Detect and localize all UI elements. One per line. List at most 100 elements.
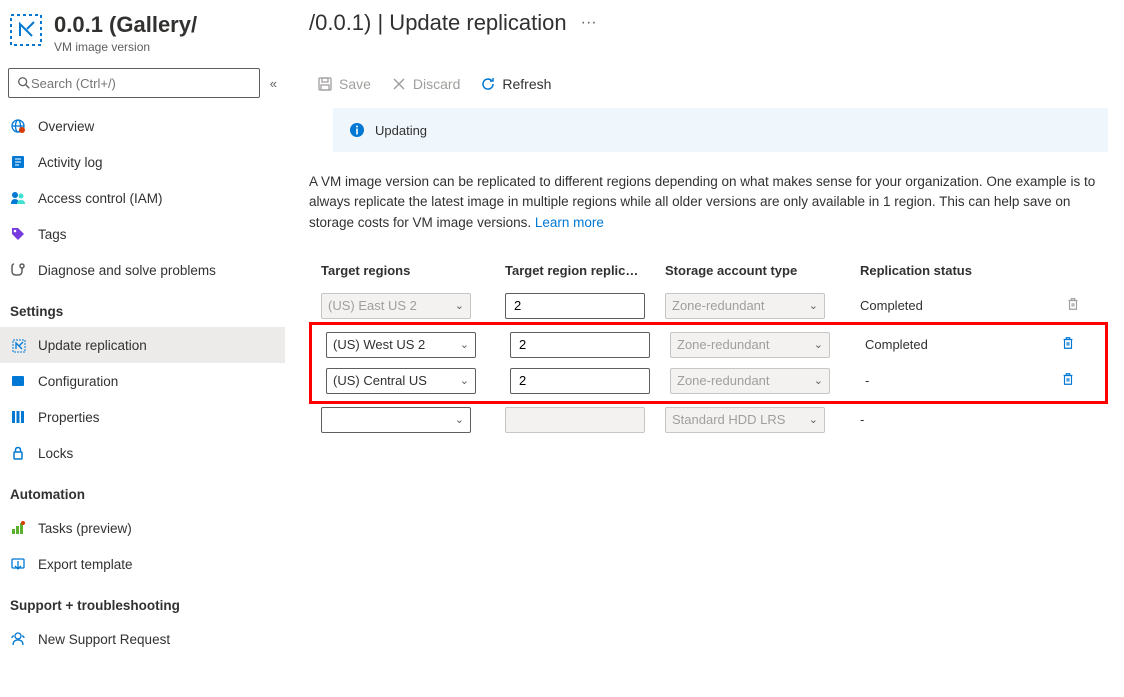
section-support: Support + troubleshooting	[0, 582, 285, 621]
table-row: (US) Central US ⌄ Zone-redundant ⌄ -	[314, 363, 1103, 399]
search-icon	[17, 76, 31, 90]
chevron-down-icon: ⌄	[814, 338, 823, 351]
table-header: Target regions Target region replic… Sto…	[309, 253, 1108, 288]
replica-count-input	[505, 407, 645, 433]
section-settings: Settings	[0, 288, 285, 327]
storage-select[interactable]: Zone-redundant ⌄	[665, 293, 825, 319]
delete-row-button[interactable]	[1061, 374, 1075, 389]
sidebar-item-label: Update replication	[38, 338, 147, 353]
search-box[interactable]	[8, 68, 260, 98]
refresh-icon	[480, 76, 496, 92]
sidebar-item-locks[interactable]: Locks	[0, 435, 285, 471]
search-input[interactable]	[31, 76, 251, 91]
sidebar-header: 0.0.1 (Gallery/ VM image version	[0, 0, 285, 54]
delete-row-button[interactable]	[1061, 338, 1075, 353]
discard-icon	[391, 76, 407, 92]
vm-image-icon	[8, 12, 44, 48]
chevron-down-icon: ⌄	[809, 413, 818, 426]
config-icon	[10, 373, 26, 389]
sidebar-item-label: Properties	[38, 410, 100, 425]
sidebar-item-label: Configuration	[38, 374, 118, 389]
sidebar-item-label: Diagnose and solve problems	[38, 263, 216, 278]
storage-select[interactable]: Zone-redundant ⌄	[670, 332, 830, 358]
header-status: Replication status	[860, 263, 1066, 278]
chevron-down-icon: ⌄	[814, 374, 823, 387]
highlight-box: (US) West US 2 ⌄ Zone-redundant ⌄ Comple…	[309, 322, 1108, 404]
sidebar-item-configuration[interactable]: Configuration	[0, 363, 285, 399]
main-content: /0.0.1) | Update replication ··· Save Di…	[285, 0, 1124, 697]
header-storage: Storage account type	[665, 263, 860, 278]
log-icon	[10, 154, 26, 170]
lock-icon	[10, 445, 26, 461]
description-text: A VM image version can be replicated to …	[309, 172, 1108, 233]
support-icon	[10, 631, 26, 647]
replica-count-input[interactable]	[505, 293, 645, 319]
replication-status: Completed	[860, 298, 1066, 313]
sidebar-item-label: Locks	[38, 446, 73, 461]
sidebar-item-properties[interactable]: Properties	[0, 399, 285, 435]
sidebar-item-tasks[interactable]: Tasks (preview)	[0, 510, 285, 546]
sidebar-item-export-template[interactable]: Export template	[0, 546, 285, 582]
sidebar-item-label: Activity log	[38, 155, 103, 170]
table-row: (US) East US 2 ⌄ Zone-redundant ⌄ Comple…	[309, 288, 1108, 324]
save-icon	[317, 76, 333, 92]
sidebar-item-tags[interactable]: Tags	[0, 216, 285, 252]
info-bar-text: Updating	[375, 123, 427, 138]
chevron-down-icon: ⌄	[455, 299, 464, 312]
replication-status: -	[865, 373, 1061, 388]
learn-more-link[interactable]: Learn more	[535, 215, 604, 230]
tags-icon	[10, 226, 26, 242]
sidebar-item-label: Tags	[38, 227, 67, 242]
table-row: ⌄ Standard HDD LRS ⌄ -	[309, 402, 1108, 438]
storage-select[interactable]: Zone-redundant ⌄	[670, 368, 830, 394]
table-row: (US) West US 2 ⌄ Zone-redundant ⌄ Comple…	[314, 327, 1103, 363]
sidebar-item-label: Overview	[38, 119, 94, 134]
sidebar-item-label: Tasks (preview)	[38, 521, 132, 536]
replica-count-input[interactable]	[510, 368, 650, 394]
globe-icon	[10, 118, 26, 134]
trash-icon	[1061, 372, 1075, 386]
save-button[interactable]: Save	[309, 72, 379, 96]
tasks-icon	[10, 520, 26, 536]
chevron-down-icon: ⌄	[809, 299, 818, 312]
chevron-down-icon: ⌄	[460, 338, 469, 351]
trash-icon	[1066, 297, 1080, 311]
region-select[interactable]: (US) Central US ⌄	[326, 368, 476, 394]
storage-select[interactable]: Standard HDD LRS ⌄	[665, 407, 825, 433]
sidebar-item-diagnose[interactable]: Diagnose and solve problems	[0, 252, 285, 288]
region-select[interactable]: ⌄	[321, 407, 471, 433]
info-icon	[349, 122, 365, 138]
export-icon	[10, 556, 26, 572]
main-header: /0.0.1) | Update replication ···	[309, 0, 1108, 36]
replica-count-input[interactable]	[510, 332, 650, 358]
collapse-sidebar-button[interactable]: «	[270, 76, 277, 91]
diagnose-icon	[10, 262, 26, 278]
subtitle: VM image version	[54, 40, 197, 54]
replication-status: Completed	[865, 337, 1061, 352]
page-title-left: 0.0.1 (Gallery/	[54, 12, 197, 38]
sidebar-item-label: New Support Request	[38, 632, 170, 647]
sidebar-item-activity-log[interactable]: Activity log	[0, 144, 285, 180]
sidebar-item-update-replication[interactable]: Update replication	[0, 327, 285, 363]
toolbar: Save Discard Refresh	[309, 72, 1108, 108]
sidebar-item-new-support-request[interactable]: New Support Request	[0, 621, 285, 657]
sidebar: 0.0.1 (Gallery/ VM image version « Overv…	[0, 0, 285, 697]
header-target-regions: Target regions	[321, 263, 505, 278]
region-select[interactable]: (US) West US 2 ⌄	[326, 332, 476, 358]
region-select: (US) East US 2 ⌄	[321, 293, 471, 319]
sidebar-item-access-control[interactable]: Access control (IAM)	[0, 180, 285, 216]
sidebar-item-overview[interactable]: Overview	[0, 108, 285, 144]
sidebar-item-label: Access control (IAM)	[38, 191, 163, 206]
trash-icon	[1061, 336, 1075, 350]
iam-icon	[10, 190, 26, 206]
header-replicas: Target region replic…	[505, 263, 665, 278]
more-actions-button[interactable]: ···	[581, 14, 597, 32]
delete-row-button	[1066, 299, 1080, 314]
props-icon	[10, 409, 26, 425]
replication-status: -	[860, 412, 1066, 427]
refresh-button[interactable]: Refresh	[472, 72, 559, 96]
discard-button[interactable]: Discard	[383, 72, 468, 96]
section-automation: Automation	[0, 471, 285, 510]
main-title: /0.0.1) | Update replication	[309, 10, 567, 36]
chevron-down-icon: ⌄	[455, 413, 464, 426]
